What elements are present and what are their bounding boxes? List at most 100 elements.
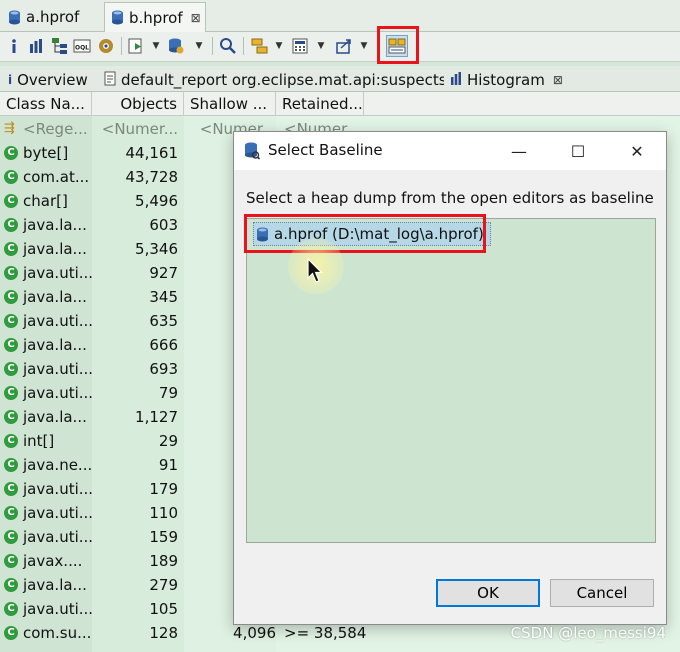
histogram-icon xyxy=(450,71,462,89)
dominator-tree-icon[interactable] xyxy=(50,36,70,56)
filter-cell-class-name[interactable]: ⇶ <Rege... xyxy=(4,117,92,141)
chevron-down-icon[interactable]: ▼ xyxy=(194,36,204,56)
cell-objects: 693 xyxy=(149,360,178,378)
highlight-box-baseline-item xyxy=(244,214,486,253)
cell-class-name: Cjavax.... xyxy=(4,549,92,573)
class-name-text: java.la... xyxy=(23,240,87,258)
class-icon: C xyxy=(4,362,18,376)
class-name-text: com.at... xyxy=(23,168,90,186)
cell-objects: 635 xyxy=(149,312,178,330)
toolbar-separator xyxy=(212,37,213,55)
cell-class-name: Cbyte[] xyxy=(4,141,92,165)
class-name-text: java.uti... xyxy=(23,504,92,522)
class-icon: C xyxy=(4,482,18,496)
class-icon: C xyxy=(4,290,18,304)
chevron-down-icon[interactable]: ▼ xyxy=(316,36,326,56)
class-icon: C xyxy=(4,266,18,280)
editor-tab-b-hprof[interactable]: b.hprof ⊠ xyxy=(104,2,206,32)
cell-class-name: Ccom.at... xyxy=(4,165,92,189)
class-name-text: java.la... xyxy=(23,216,87,234)
maximize-button[interactable]: ☐ xyxy=(555,132,601,170)
cell-objects: 110 xyxy=(149,504,178,522)
cell-objects: 44,161 xyxy=(125,144,179,162)
ok-button[interactable]: OK xyxy=(436,579,540,607)
cell-objects: 29 xyxy=(158,432,178,450)
close-icon[interactable]: ⊠ xyxy=(553,73,563,87)
class-name-text: java.la... xyxy=(23,336,87,354)
class-icon: C xyxy=(4,218,18,232)
select-baseline-dialog: Select Baseline — ☐ ✕ Select a heap dump… xyxy=(233,131,667,625)
editor-tab-label: a.hprof xyxy=(26,8,80,26)
report-icon xyxy=(104,71,116,89)
class-name-text: char[] xyxy=(23,192,68,210)
info-icon: i xyxy=(8,73,13,87)
search-icon[interactable] xyxy=(218,36,238,56)
class-icon: C xyxy=(4,530,18,544)
dialog-prompt: Select a heap dump from the open editors… xyxy=(246,189,654,207)
chevron-down-icon[interactable]: ▼ xyxy=(274,36,284,56)
cell-objects: 43,728 xyxy=(125,168,179,186)
cell-objects: 279 xyxy=(149,576,178,594)
cell-class-name: Cjava.uti... xyxy=(4,261,92,285)
class-name-text: java.uti... xyxy=(23,264,92,282)
cell-class-name: Cjava.uti... xyxy=(4,501,92,525)
group-by-icon[interactable] xyxy=(250,36,270,56)
heap-dump-search-icon xyxy=(244,142,261,160)
heap-dump-overview-icon[interactable] xyxy=(96,36,116,56)
close-button[interactable]: ✕ xyxy=(614,132,660,170)
tab-label: Histogram xyxy=(467,71,545,89)
cell-objects: 159 xyxy=(149,528,178,546)
histogram-icon[interactable] xyxy=(26,36,46,56)
tab-overview[interactable]: i Overview xyxy=(8,68,96,92)
class-name-text: java.uti... xyxy=(23,480,92,498)
cell-objects: 5,346 xyxy=(135,240,178,258)
class-name-text: javax.... xyxy=(23,552,83,570)
class-icon: C xyxy=(4,602,18,616)
editor-tab-label: b.hprof xyxy=(129,8,183,27)
column-header-shallow[interactable]: Shallow ... xyxy=(184,92,276,116)
cell-objects: 179 xyxy=(149,480,178,498)
cell-class-name: Cint[] xyxy=(4,429,92,453)
query-browser-icon[interactable] xyxy=(166,36,186,56)
run-report-icon[interactable] xyxy=(126,36,146,56)
oql-icon[interactable]: OQL xyxy=(72,36,92,56)
calculate-retained-icon[interactable] xyxy=(290,36,310,56)
class-name-text: int[] xyxy=(23,432,55,450)
cell-objects: 105 xyxy=(149,600,178,618)
class-icon: C xyxy=(4,554,18,568)
chevron-down-icon[interactable]: ▼ xyxy=(151,36,161,56)
filter-cell-objects[interactable]: <Numer... xyxy=(92,117,178,141)
toolbar: OQL ▼ ▼ ▼ ▼ ▼ xyxy=(0,32,680,62)
info-icon[interactable] xyxy=(4,36,24,56)
class-icon: C xyxy=(4,194,18,208)
editor-tab-a-hprof[interactable]: a.hprof xyxy=(2,2,102,32)
class-name-text: java.uti... xyxy=(23,360,92,378)
cell-class-name: Cjava.uti... xyxy=(4,525,92,549)
tab-histogram[interactable]: Histogram ⊠ xyxy=(450,68,580,92)
class-icon: C xyxy=(4,386,18,400)
class-icon: C xyxy=(4,506,18,520)
class-icon: C xyxy=(4,314,18,328)
minimize-button[interactable]: — xyxy=(496,132,542,170)
column-header-retained[interactable]: Retained... xyxy=(276,92,364,116)
column-header-class-name[interactable]: Class Na... xyxy=(0,92,92,116)
toolbar-separator xyxy=(121,37,122,55)
dialog-title-bar: Select Baseline — ☐ ✕ xyxy=(234,132,666,170)
class-name-text: java.la... xyxy=(23,288,87,306)
column-header-objects[interactable]: Objects xyxy=(92,92,184,116)
cell-objects: 128 xyxy=(149,624,178,642)
export-icon[interactable] xyxy=(334,36,354,56)
heap-dump-icon xyxy=(111,10,124,25)
watermark: CSDN @leo_messi94 xyxy=(510,624,666,642)
cell-class-name: Cjava.la... xyxy=(4,213,92,237)
toolbar-separator xyxy=(243,37,244,55)
cell-objects: 1,127 xyxy=(135,408,178,426)
regex-filter-icon: ⇶ xyxy=(4,121,15,136)
cell-objects: 927 xyxy=(149,264,178,282)
cell-class-name: Cjava.uti... xyxy=(4,597,92,621)
close-icon[interactable]: ⊠ xyxy=(191,11,201,25)
editor-tab-bar: a.hprof b.hprof ⊠ xyxy=(0,0,680,32)
tab-default-report[interactable]: default_report org.eclipse.mat.api:suspe… xyxy=(104,68,444,92)
cancel-button[interactable]: Cancel xyxy=(550,579,654,607)
chevron-down-icon[interactable]: ▼ xyxy=(359,36,369,56)
